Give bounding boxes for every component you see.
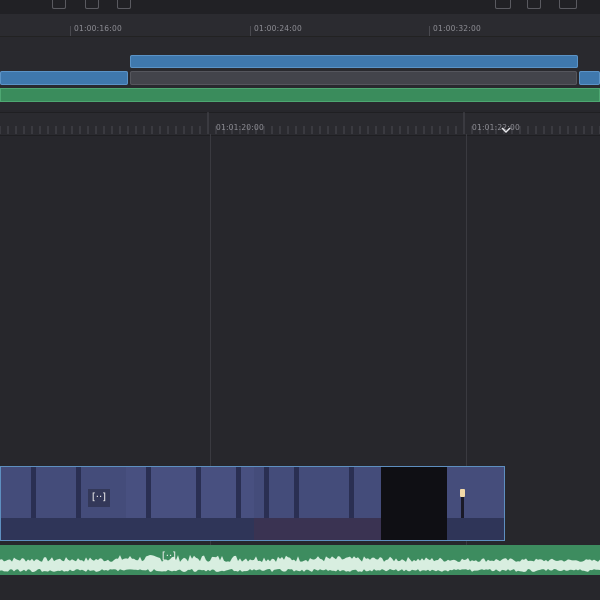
mini-audio-clip[interactable]: [0, 88, 600, 102]
clip-marker[interactable]: [··]: [88, 489, 110, 507]
audio-waveform: [0, 554, 600, 572]
clip-thumbnail: [447, 467, 504, 540]
clip-thumbnail: [126, 467, 254, 540]
clip-thumbnail: [254, 467, 381, 540]
mini-timecode-3: 01:00:32:00: [433, 24, 481, 33]
mini-timeline-ruler[interactable]: 01:00:16:00 01:00:24:00 01:00:32:00: [0, 14, 600, 37]
main-timecode-1: 01:01:20:00: [216, 123, 264, 132]
mini-video-clip-upper[interactable]: [130, 55, 578, 68]
timeline-view-icon[interactable]: [495, 0, 511, 9]
audio-track-lower: [0, 575, 600, 600]
mini-video-clip-right[interactable]: [579, 71, 600, 85]
blade-icon[interactable]: [117, 0, 131, 9]
mini-timecode-2: 01:00:24:00: [254, 24, 302, 33]
audio-clip[interactable]: [··]: [0, 545, 600, 575]
clip-icon[interactable]: [52, 0, 66, 9]
video-clip[interactable]: [··]: [0, 466, 505, 541]
trim-icon[interactable]: [85, 0, 99, 9]
playhead-icon[interactable]: [501, 127, 511, 135]
waveform-icon[interactable]: [559, 0, 577, 9]
mini-video-clip-selected[interactable]: [130, 71, 577, 85]
main-timecode-2: 01:01:22:00: [472, 123, 520, 132]
image-icon[interactable]: [527, 0, 541, 9]
mini-timecode-1: 01:00:16:00: [74, 24, 122, 33]
timeline-toolbar: [0, 0, 600, 14]
audio-marker[interactable]: [··]: [158, 549, 180, 565]
mini-video-clip-left[interactable]: [0, 71, 128, 85]
clip-thumbnail-dark: [381, 467, 447, 540]
